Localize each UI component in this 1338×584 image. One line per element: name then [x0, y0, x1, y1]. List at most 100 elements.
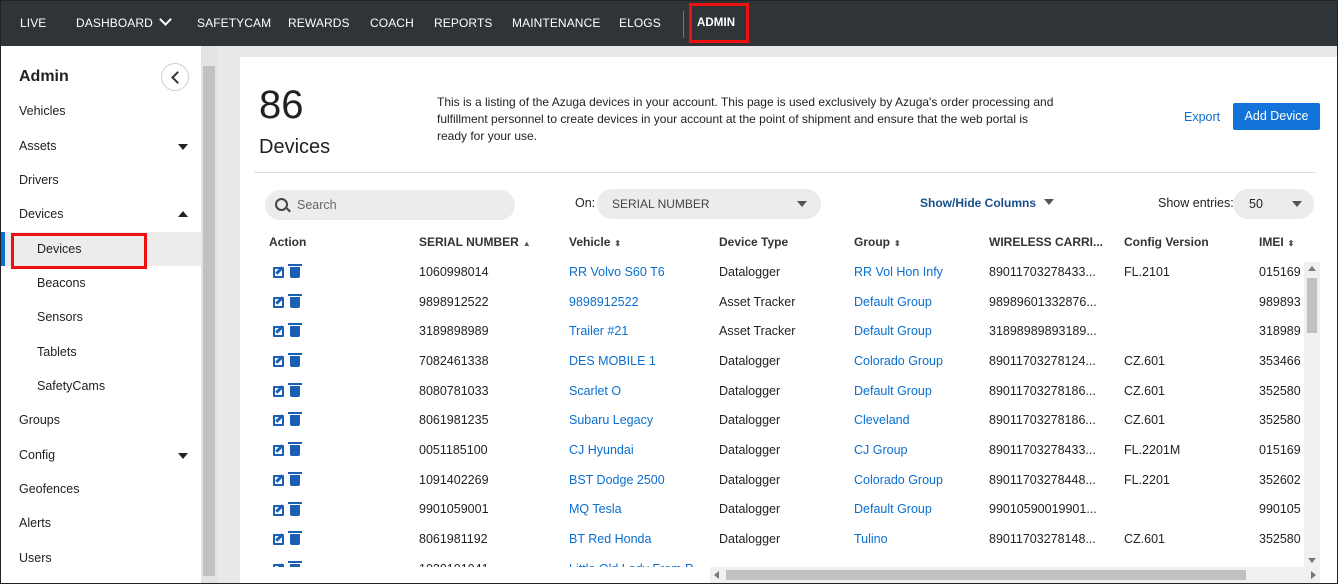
sidebar-item-users[interactable]: Users	[1, 541, 201, 575]
sidebar-item-assets[interactable]: Assets	[1, 129, 201, 163]
scrollbar-thumb[interactable]	[726, 570, 1246, 580]
group-cell[interactable]	[854, 554, 989, 567]
edit-icon[interactable]	[273, 326, 284, 338]
vehicle-cell[interactable]: MQ Tesla	[569, 495, 719, 525]
device-type-cell: Asset Tracker	[719, 294, 796, 309]
add-device-button[interactable]: Add Device	[1233, 103, 1320, 130]
col-imei[interactable]: IMEI ⬍	[1259, 227, 1304, 257]
trash-icon[interactable]	[288, 442, 302, 457]
nav-live[interactable]: LIVE	[20, 1, 46, 46]
nav-dashboard[interactable]: DASHBOARD	[76, 1, 172, 46]
group-cell[interactable]: CJ Group	[854, 435, 989, 465]
edit-icon[interactable]	[273, 267, 284, 279]
vehicle-cell[interactable]: CJ Hyundai	[569, 435, 719, 465]
col-vehicle[interactable]: Vehicle ⬍	[569, 227, 719, 257]
table-vertical-scrollbar[interactable]	[1304, 262, 1320, 567]
trash-icon[interactable]	[288, 323, 302, 338]
entries-select[interactable]: 50	[1233, 189, 1314, 219]
action-cell	[240, 346, 419, 376]
scrollbar-thumb[interactable]	[203, 66, 215, 576]
nav-reports[interactable]: REPORTS	[434, 1, 493, 46]
show-hide-columns-button[interactable]: Show/Hide Columns	[920, 196, 1055, 210]
vehicle-cell[interactable]: 9898912522	[569, 287, 719, 317]
sidebar-item-geofences[interactable]: Geofences	[1, 472, 201, 506]
vehicle-cell[interactable]: BST Dodge 2500	[569, 465, 719, 495]
group-cell[interactable]: Colorado Group	[854, 465, 989, 495]
sidebar-item-groups[interactable]: Groups	[1, 403, 201, 437]
edit-icon[interactable]	[273, 534, 284, 546]
table-horizontal-scrollbar[interactable]	[710, 567, 1320, 583]
serial-cell: 8061981235	[419, 413, 489, 428]
vehicle-cell[interactable]: Trailer #21	[569, 316, 719, 346]
trash-icon[interactable]	[288, 264, 302, 279]
trash-icon[interactable]	[288, 293, 302, 308]
trash-icon[interactable]	[288, 531, 302, 546]
trash-icon[interactable]	[288, 412, 302, 427]
device-type-cell: Datalogger	[719, 502, 781, 517]
sidebar-item-alerts[interactable]: Alerts	[1, 506, 201, 540]
group-cell[interactable]: Default Group	[854, 495, 989, 525]
trash-icon[interactable]	[288, 382, 302, 397]
trash-icon[interactable]	[288, 471, 302, 486]
edit-icon[interactable]	[273, 356, 284, 368]
col-serial-number[interactable]: SERIAL NUMBER ▲	[419, 227, 569, 257]
search-input[interactable]: Search	[265, 190, 515, 220]
edit-icon[interactable]	[273, 474, 284, 486]
edit-icon[interactable]	[273, 296, 284, 308]
group-cell[interactable]: Default Group	[854, 316, 989, 346]
sidebar-item-tablets[interactable]: Tablets	[1, 335, 201, 369]
scroll-left-icon[interactable]	[714, 571, 719, 579]
scroll-up-icon[interactable]	[1308, 266, 1316, 271]
sidebar-item-label: Config	[19, 448, 56, 462]
sidebar-item-label: Sensors	[37, 310, 83, 324]
sidebar-item-safetycams[interactable]: SafetyCams	[1, 369, 201, 403]
show-entries-label: Show entries:	[1158, 196, 1234, 210]
group-cell[interactable]: Default Group	[854, 287, 989, 317]
group-cell[interactable]: Colorado Group	[854, 346, 989, 376]
edit-icon[interactable]	[273, 504, 284, 516]
collapse-sidebar-button[interactable]	[161, 63, 189, 91]
trash-icon[interactable]	[288, 501, 302, 516]
edit-icon[interactable]	[273, 385, 284, 397]
group-cell[interactable]: Tulino	[854, 524, 989, 554]
trash-icon[interactable]	[288, 560, 302, 567]
nav-elogs[interactable]: ELOGS	[619, 1, 661, 46]
scroll-down-icon[interactable]	[1308, 558, 1316, 563]
scrollbar-thumb[interactable]	[1307, 278, 1317, 333]
edit-icon[interactable]	[273, 415, 284, 427]
nav-maintenance[interactable]: MAINTENANCE	[512, 1, 600, 46]
sidebar-scrollbar[interactable]	[201, 46, 217, 583]
edit-icon[interactable]	[273, 445, 284, 457]
devices-table: Action SERIAL NUMBER ▲ Vehicle ⬍ Device Ty…	[240, 227, 1304, 567]
sidebar-item-config[interactable]: Config	[1, 438, 201, 472]
group-cell[interactable]: RR Vol Hon Infy	[854, 257, 989, 287]
nav-rewards[interactable]: REWARDS	[288, 1, 350, 46]
table-row: 1060998014 RR Volvo S60 T6 Datalogger RR Vo…	[240, 257, 1304, 287]
nav-safetycam[interactable]: SAFETYCAM	[197, 1, 271, 46]
search-field-select[interactable]: SERIAL NUMBER	[597, 189, 821, 219]
vehicle-cell[interactable]: RR Volvo S60 T6	[569, 257, 719, 287]
top-navigation: LIVE DASHBOARD SAFETYCAM REWARDS COACH R…	[1, 1, 1337, 46]
table-header-row: Action SERIAL NUMBER ▲ Vehicle ⬍ Device Ty…	[240, 227, 1304, 257]
scroll-right-icon[interactable]	[1311, 571, 1316, 579]
vehicle-cell[interactable]: Subaru Legacy	[569, 405, 719, 435]
group-cell[interactable]: Cleveland	[854, 405, 989, 435]
device-type-cell	[719, 554, 854, 567]
group-cell[interactable]: Default Group	[854, 376, 989, 406]
edit-icon[interactable]	[273, 563, 284, 567]
nav-coach[interactable]: COACH	[370, 1, 414, 46]
col-group[interactable]: Group ⬍	[854, 227, 989, 257]
caret-down-icon	[178, 144, 188, 150]
config-version-cell	[1124, 287, 1259, 317]
export-link[interactable]: Export	[1184, 110, 1220, 124]
vehicle-cell[interactable]: Scarlet O	[569, 376, 719, 406]
sidebar-item-beacons[interactable]: Beacons	[1, 266, 201, 300]
trash-icon[interactable]	[288, 353, 302, 368]
sidebar-item-drivers[interactable]: Drivers	[1, 163, 201, 197]
sidebar-item-vehicles[interactable]: Vehicles	[1, 94, 201, 128]
sidebar-item-sensors[interactable]: Sensors	[1, 300, 201, 334]
sidebar-item-devices-group[interactable]: Devices	[1, 197, 201, 231]
vehicle-cell[interactable]: DES MOBILE 1	[569, 346, 719, 376]
vehicle-cell[interactable]: Little Old Lady From P...	[569, 554, 719, 567]
vehicle-cell[interactable]: BT Red Honda	[569, 524, 719, 554]
